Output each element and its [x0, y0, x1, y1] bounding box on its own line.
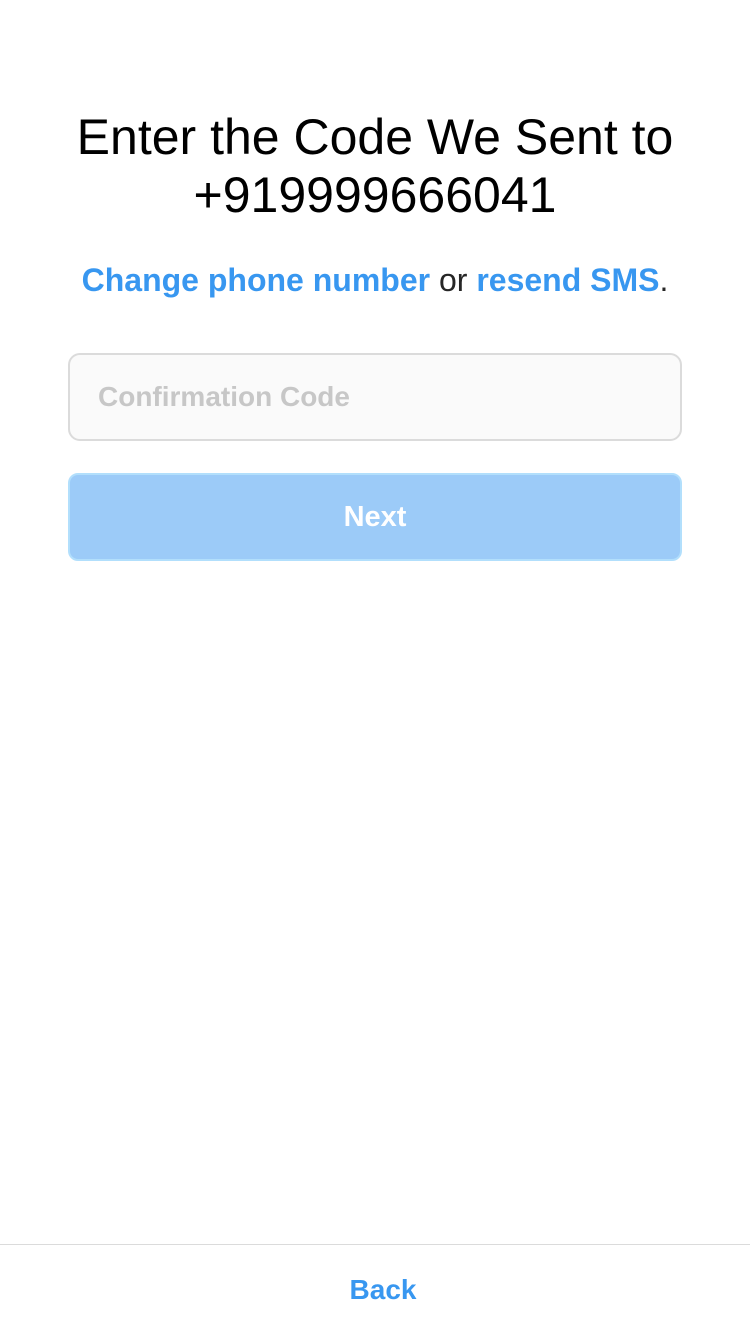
- phone-number: +919999666041: [193, 167, 557, 223]
- next-button[interactable]: Next: [68, 473, 682, 561]
- confirmation-code-input[interactable]: [70, 355, 680, 439]
- change-or-resend-line: Change phone number or resend SMS.: [20, 258, 730, 302]
- change-phone-number-link[interactable]: Change phone number: [82, 262, 430, 298]
- confirmation-code-field: [68, 353, 682, 441]
- footer-bar: Back: [0, 1244, 750, 1334]
- or-text: or: [430, 262, 477, 298]
- page-title-line-1: Enter the Code We Sent to: [76, 109, 674, 165]
- back-button[interactable]: Back: [0, 1267, 750, 1313]
- confirmation-screen: Enter the Code We Sent to +919999666041 …: [0, 0, 750, 1334]
- period-text: .: [659, 262, 669, 298]
- resend-sms-link[interactable]: resend SMS: [476, 262, 659, 298]
- page-title: Enter the Code We Sent to +919999666041: [40, 108, 710, 224]
